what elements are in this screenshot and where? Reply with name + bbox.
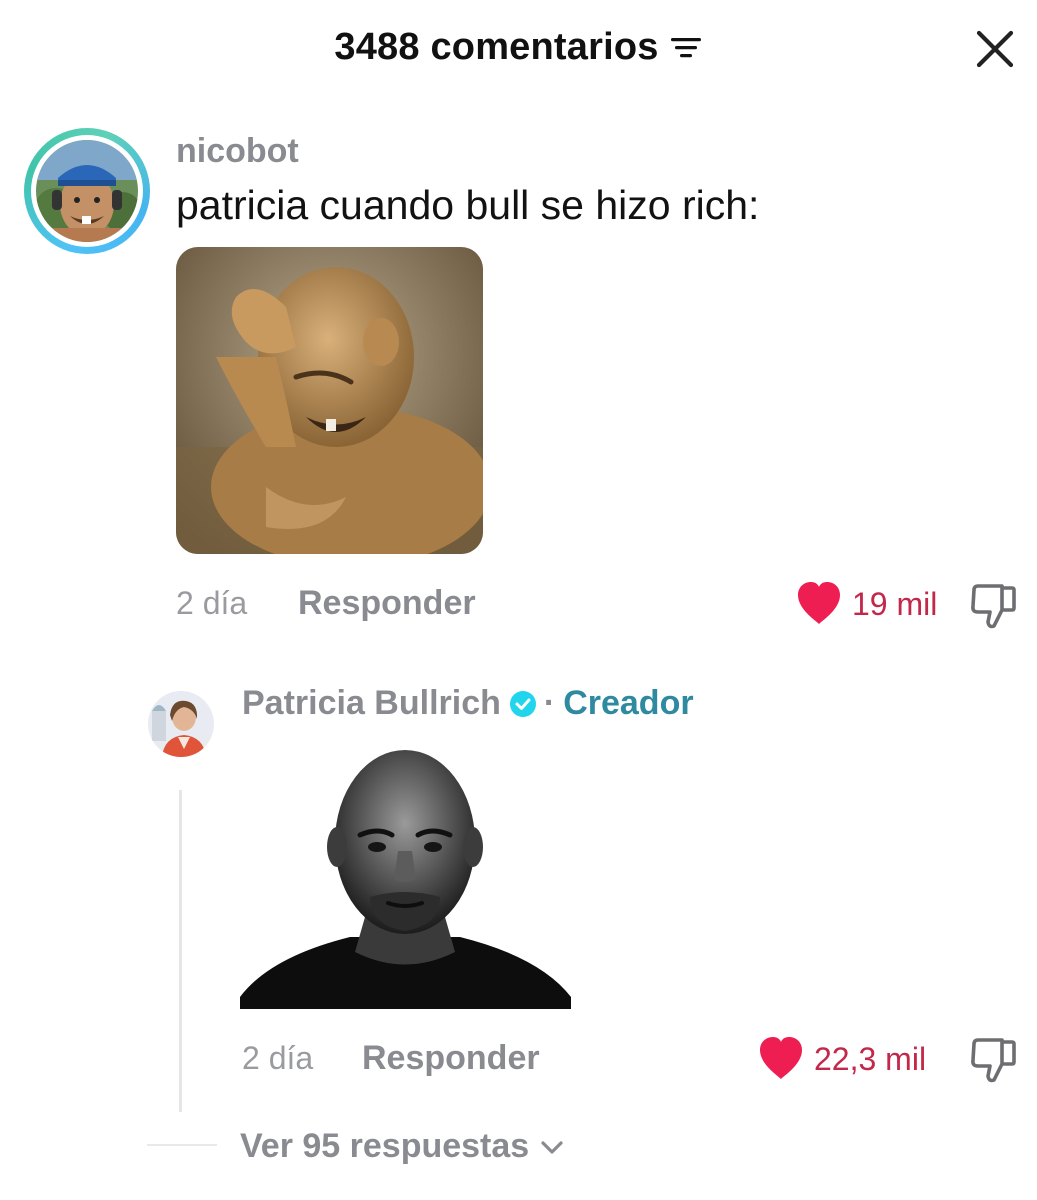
thread-line bbox=[179, 790, 182, 1112]
thumbs-down-icon[interactable] bbox=[968, 1036, 1018, 1084]
comment-text: patricia cuando bull se hizo rich: bbox=[176, 182, 760, 228]
comments-count-title: 3488 comentarios bbox=[334, 25, 659, 68]
bald-man-portrait[interactable] bbox=[240, 747, 571, 1009]
reply-button[interactable]: Responder bbox=[362, 1039, 540, 1078]
sort-lines-icon[interactable] bbox=[669, 32, 703, 62]
reply-button[interactable]: Responder bbox=[298, 584, 476, 623]
creator-username[interactable]: Patricia Bullrich bbox=[242, 684, 501, 723]
close-icon[interactable] bbox=[972, 26, 1018, 72]
thumbs-down-icon[interactable] bbox=[968, 582, 1018, 630]
crying-lion-sticker[interactable] bbox=[176, 247, 483, 554]
comments-header: 3488 comentarios bbox=[0, 22, 1037, 72]
like-count: 19 mil bbox=[852, 586, 938, 622]
separator-dot: · bbox=[543, 684, 556, 722]
replies-divider bbox=[147, 1144, 217, 1146]
heart-icon[interactable] bbox=[795, 581, 843, 627]
view-replies-label: Ver 95 respuestas bbox=[240, 1127, 530, 1165]
creator-label: Creador bbox=[563, 684, 694, 722]
view-replies-button[interactable]: Ver 95 respuestas bbox=[240, 1127, 565, 1166]
reply-time: 2 día bbox=[242, 1040, 314, 1076]
like-count: 22,3 mil bbox=[814, 1041, 927, 1077]
chevron-down-icon bbox=[539, 1137, 565, 1157]
verified-badge-icon bbox=[509, 690, 537, 718]
comment-time: 2 día bbox=[176, 585, 248, 621]
creator-username-row: Patricia Bullrich · Creador bbox=[242, 684, 694, 723]
heart-icon[interactable] bbox=[757, 1036, 805, 1082]
comment-username[interactable]: nicobot bbox=[176, 132, 299, 171]
creator-avatar[interactable] bbox=[148, 691, 214, 757]
avatar[interactable] bbox=[24, 128, 150, 254]
